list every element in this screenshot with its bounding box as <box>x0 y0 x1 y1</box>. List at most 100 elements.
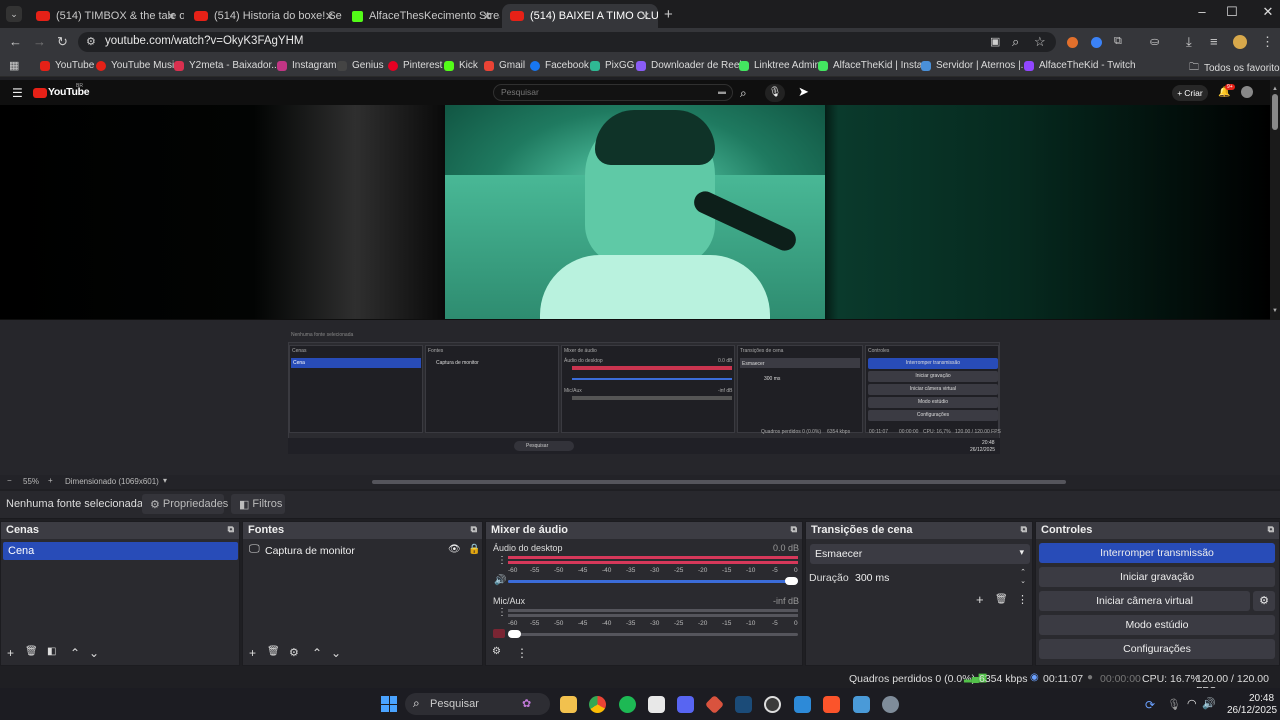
browser-tab[interactable]: (514) TIMBOX & the tale of DE ✕ <box>28 4 184 28</box>
menu-kebab-icon[interactable]: ⋮ <box>1261 34 1274 50</box>
bookmark-item[interactable]: AlfaceTheKid | Insta... <box>818 60 931 71</box>
windows-start-icon[interactable] <box>381 696 397 712</box>
chevron-down-icon[interactable]: ▾ <box>163 476 167 485</box>
browser-tab-active[interactable]: (514) BAIXEI A TIMO CLUB E MI ✕ <box>502 4 658 28</box>
keyboard-icon[interactable]: ▬ <box>718 87 726 96</box>
bookmark-item[interactable]: Kick <box>444 60 478 71</box>
add-transition-icon[interactable]: + <box>976 592 984 607</box>
gear-icon[interactable]: ⚙ <box>289 646 299 659</box>
bookmark-item[interactable]: Facebook <box>530 60 589 71</box>
dock-popout-icon[interactable]: ⧉ <box>791 524 797 535</box>
volume-slider-handle[interactable] <box>785 577 798 585</box>
discord-icon[interactable] <box>677 696 694 713</box>
clock-date[interactable]: 26/12/2025 <box>1227 705 1277 716</box>
video-frame[interactable] <box>445 105 825 319</box>
channel-menu-icon[interactable]: ⋮ <box>497 555 507 566</box>
extension-icon[interactable] <box>1067 37 1078 48</box>
eye-icon[interactable]: 👁 <box>448 544 461 555</box>
zoom-in-button[interactable]: + <box>48 476 53 485</box>
steam-icon[interactable] <box>735 696 752 713</box>
filters-button[interactable]: ◧ Filtros <box>231 494 285 514</box>
mixer-menu-icon[interactable]: ⋮ <box>516 646 528 660</box>
bookmark-item[interactable]: YouTube <box>40 60 94 71</box>
spin-down-icon[interactable]: ⌄ <box>1020 577 1026 585</box>
install-icon[interactable]: ▣ <box>990 35 1000 48</box>
bookmark-item[interactable]: Genius <box>337 60 384 71</box>
scroll-up-icon[interactable]: ▲ <box>1272 86 1278 92</box>
extensions-puzzle-icon[interactable]: ⧉ <box>1114 35 1122 48</box>
photos-icon[interactable] <box>853 696 870 713</box>
browser-tab[interactable]: AlfaceThesKecimento Stream - ✕ <box>344 4 500 28</box>
virtual-camera-settings-button[interactable]: ⚙ <box>1253 591 1275 611</box>
start-virtual-camera-button[interactable]: Iniciar câmera virtual <box>1039 591 1250 611</box>
bookmark-item[interactable]: Pinterest <box>388 60 442 71</box>
bookmark-item[interactable]: PixGG <box>590 60 634 71</box>
forward-icon[interactable]: → <box>33 34 46 49</box>
search-icon[interactable]: ⌕ <box>740 86 747 101</box>
brave-icon[interactable] <box>823 696 840 713</box>
scroll-thumb[interactable] <box>1272 94 1278 130</box>
properties-button[interactable]: ⚙ Propriedades <box>142 494 228 514</box>
bookmark-item[interactable]: Servidor | Aternos |... <box>921 60 1029 71</box>
bookmark-item[interactable]: AlfaceTheKid - Twitch <box>1024 60 1136 71</box>
bookmark-item[interactable]: Downloader de Reel... <box>636 60 750 71</box>
profile-avatar[interactable] <box>1233 35 1247 49</box>
zoom-icon[interactable]: ⌕ <box>1012 34 1019 50</box>
transition-select[interactable]: Esmaecer ▾ <box>810 544 1030 564</box>
app-icon[interactable] <box>794 696 811 713</box>
close-icon[interactable]: ✕ <box>167 10 176 23</box>
avatar[interactable] <box>1241 86 1253 98</box>
youtube-search-input[interactable]: Pesquisar ▬ <box>493 84 733 101</box>
bookmark-item[interactable]: Gmail <box>484 60 525 71</box>
volume-slider-track[interactable] <box>508 630 798 638</box>
taskbar-search[interactable]: ⌕ Pesquisar ✿ <box>405 693 550 715</box>
capcut-icon[interactable] <box>648 696 665 713</box>
trash-icon[interactable]: 🗑 <box>995 594 1008 605</box>
volume-icon[interactable]: 🔊 <box>1202 697 1216 710</box>
wifi-icon[interactable]: ◠ <box>1187 697 1197 710</box>
chrome-icon[interactable] <box>589 696 606 713</box>
sync-icon[interactable]: ⟳ <box>1145 698 1155 712</box>
speaker-icon[interactable]: 🔊 <box>494 575 506 586</box>
close-icon[interactable]: ✕ <box>483 10 492 23</box>
obs-icon[interactable] <box>764 696 781 713</box>
url-text[interactable]: youtube.com/watch?v=OkyK3FAgYHM <box>105 35 303 47</box>
bookmark-item[interactable]: YouTube Music <box>96 60 179 71</box>
close-icon[interactable]: ✕ <box>641 10 650 23</box>
tab-search-icon[interactable]: ⌄ <box>6 6 22 22</box>
mute-icon[interactable] <box>493 629 505 638</box>
volume-slider-track[interactable] <box>508 577 798 585</box>
channel-menu-icon[interactable]: ⋮ <box>497 607 507 618</box>
add-source-icon[interactable]: + <box>249 646 256 660</box>
reload-icon[interactable]: ↻ <box>57 34 68 50</box>
hamburger-menu-icon[interactable]: ☰ <box>12 86 23 100</box>
apps-grid-icon[interactable]: ▦ <box>9 59 19 72</box>
settings-icon[interactable] <box>882 696 899 713</box>
dock-popout-icon[interactable]: ⧉ <box>471 524 477 535</box>
scroll-down-icon[interactable]: ▼ <box>1272 308 1278 314</box>
lock-icon[interactable]: 🔒 <box>468 544 480 555</box>
close-icon[interactable]: ✕ <box>325 10 334 23</box>
all-bookmarks-folder[interactable]: 🗀 Todos os favoritos <box>1189 60 1280 77</box>
youtube-scrollbar[interactable]: ▲ ▼ <box>1270 80 1280 320</box>
spotify-icon[interactable] <box>619 696 636 713</box>
bookmark-item[interactable]: Linktree Admin <box>739 60 820 71</box>
extension-icon[interactable] <box>1091 37 1102 48</box>
create-button[interactable]: + Criar <box>1172 85 1208 101</box>
chevron-up-icon[interactable]: ⌃ <box>312 646 322 660</box>
settings-button[interactable]: Configurações <box>1039 639 1275 659</box>
microphone-icon[interactable]: 🎙 <box>765 84 785 102</box>
new-tab-button[interactable]: + <box>664 6 673 23</box>
youtube-logo[interactable] <box>33 88 47 98</box>
duration-input[interactable]: 300 ms ⌃ ⌄ <box>850 568 1030 588</box>
reading-list-icon[interactable]: ≡ <box>1210 34 1218 49</box>
studio-mode-button[interactable]: Modo estúdio <box>1039 615 1275 635</box>
spin-up-icon[interactable]: ⌃ <box>1020 568 1026 576</box>
download-icon[interactable]: ⤓ <box>1186 34 1192 50</box>
tab-groups-icon[interactable]: ⛀ <box>1150 35 1159 48</box>
close-window-button[interactable]: ✕ <box>1248 4 1280 20</box>
chevron-down-icon[interactable]: ⌄ <box>89 646 99 660</box>
scene-item[interactable]: Cena <box>3 542 238 560</box>
chevron-up-icon[interactable]: ⌃ <box>70 646 80 660</box>
start-recording-button[interactable]: Iniciar gravação <box>1039 567 1275 587</box>
